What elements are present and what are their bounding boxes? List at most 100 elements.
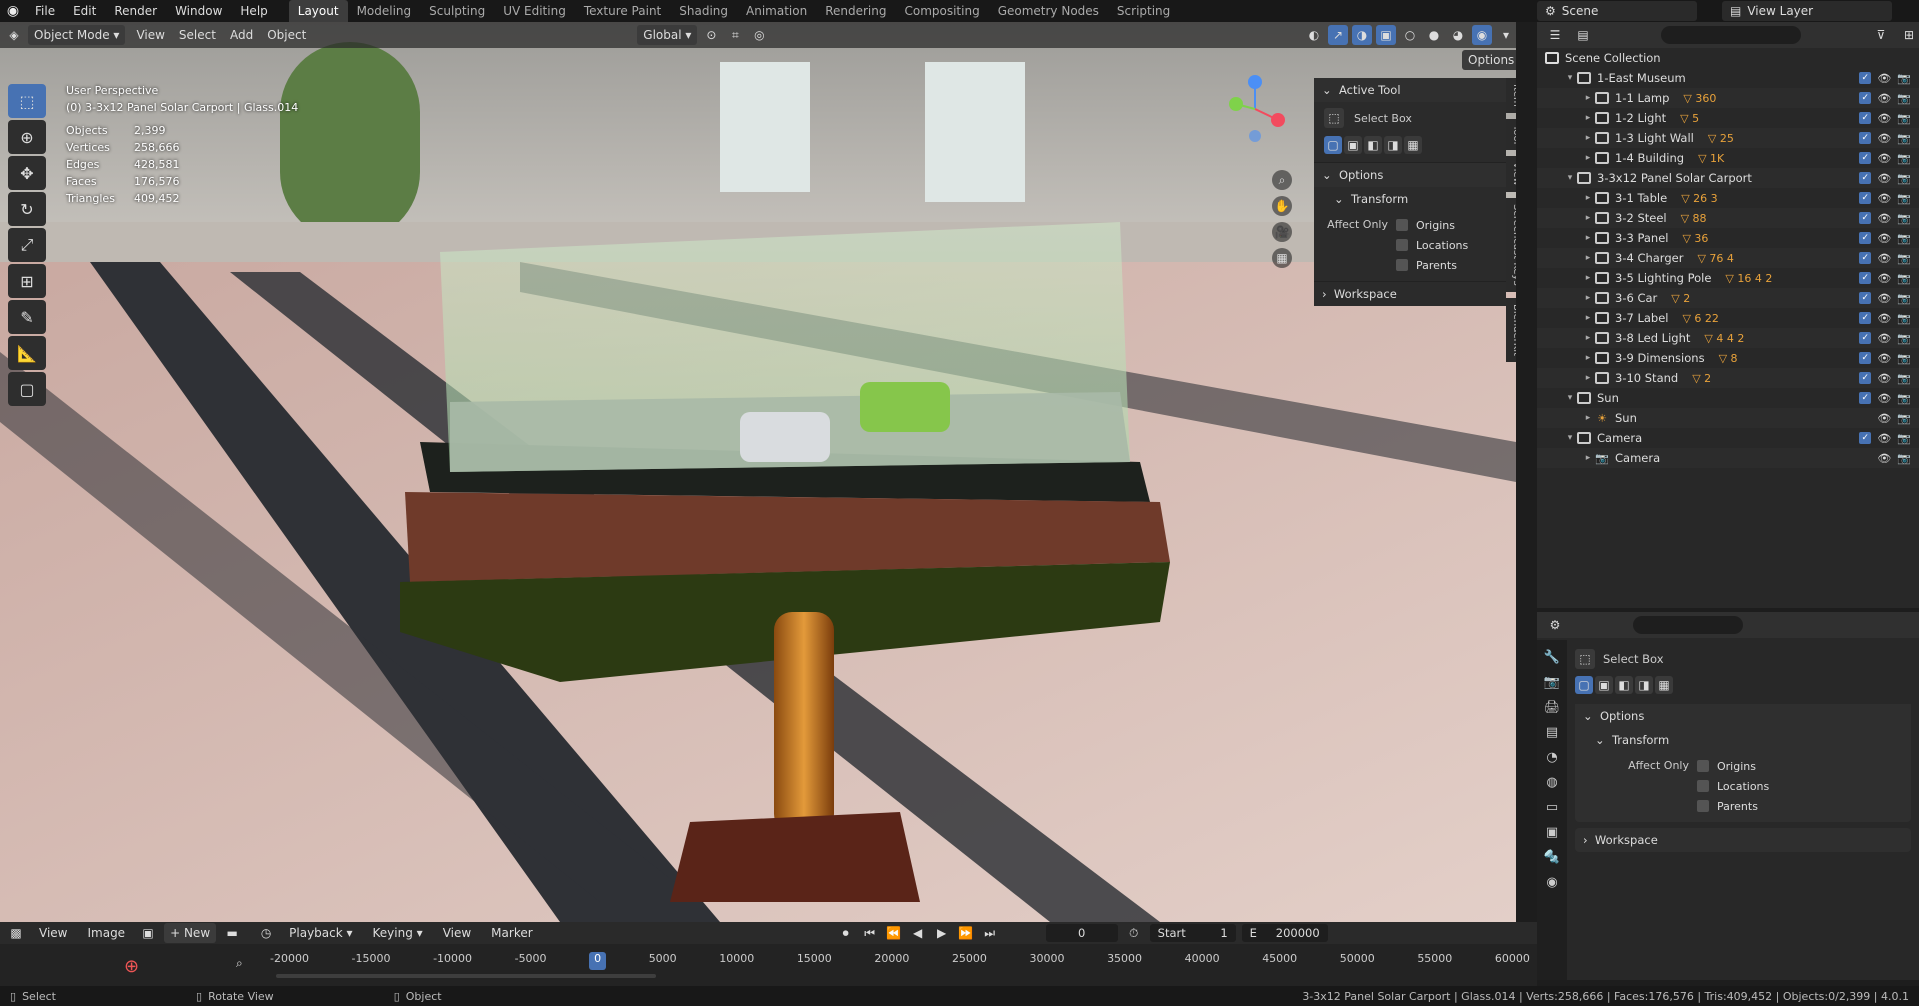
- workspace-tab-texture-paint[interactable]: Texture Paint: [575, 0, 670, 22]
- outliner-row-1-2-light[interactable]: ▸ 1-2 Light ▽ 5 ✓ 👁 📷: [1537, 108, 1919, 128]
- snap-icon[interactable]: ⌗: [725, 25, 745, 45]
- eye-icon[interactable]: 👁: [1877, 312, 1891, 325]
- expand-toggle-icon[interactable]: ▾: [1563, 393, 1577, 403]
- scene-selector[interactable]: ⚙ Scene: [1537, 1, 1697, 21]
- proportional-edit-icon[interactable]: ◎: [749, 25, 769, 45]
- eye-icon[interactable]: 👁: [1877, 452, 1891, 465]
- timeline-menu-marker[interactable]: Marker: [484, 926, 539, 940]
- outliner-row-3-5-lighting-pole[interactable]: ▸ 3-5 Lighting Pole ▽ 16 4 2 ✓ 👁 📷: [1537, 268, 1919, 288]
- exclude-checkbox[interactable]: ✓: [1859, 331, 1872, 344]
- display-mode-icon[interactable]: ▤: [1573, 25, 1593, 45]
- exclude-checkbox[interactable]: ✓: [1859, 351, 1872, 364]
- eye-icon[interactable]: 👁: [1877, 392, 1891, 405]
- props-select-box-icon[interactable]: ⬚: [1575, 649, 1595, 669]
- render-camera-icon[interactable]: 📷: [1897, 152, 1911, 165]
- outliner-row-3-3x12-panel-solar-carport[interactable]: ▾ 3-3x12 Panel Solar Carport ✓ 👁 📷: [1537, 168, 1919, 188]
- mode-intersect-icon[interactable]: ▦: [1404, 136, 1422, 154]
- workspace-tab-sculpting[interactable]: Sculpting: [420, 0, 494, 22]
- outliner-row-camera[interactable]: ▸ 📷 Camera 👁 📷: [1537, 448, 1919, 468]
- workspace-tab-uv-editing[interactable]: UV Editing: [494, 0, 575, 22]
- exclude-checkbox[interactable]: ✓: [1859, 71, 1872, 84]
- properties-search-input[interactable]: [1633, 616, 1743, 634]
- eye-icon[interactable]: 👁: [1877, 72, 1891, 85]
- outliner-row-3-1-table[interactable]: ▸ 3-1 Table ▽ 26 3 ✓ 👁 📷: [1537, 188, 1919, 208]
- render-camera-icon[interactable]: 📷: [1897, 352, 1911, 365]
- exclude-checkbox[interactable]: ✓: [1859, 391, 1872, 404]
- outliner-row-sun[interactable]: ▸ ☀ Sun 👁 📷: [1537, 408, 1919, 428]
- play-reverse-icon[interactable]: ◀: [908, 923, 928, 943]
- outliner-row-1-4-building[interactable]: ▸ 1-4 Building ▽ 1K ✓ 👁 📷: [1537, 148, 1919, 168]
- eye-icon[interactable]: 👁: [1877, 412, 1891, 425]
- viewport-menu-view[interactable]: View: [129, 28, 171, 42]
- mode-subtract-icon[interactable]: ◧: [1364, 136, 1382, 154]
- sidebar-tab-screencast-keys[interactable]: Screencast Keys: [1506, 197, 1516, 292]
- next-key-icon[interactable]: ⏩: [956, 923, 976, 943]
- checkbox-box[interactable]: [1396, 239, 1408, 251]
- render-camera-icon[interactable]: 📷: [1897, 432, 1911, 445]
- exclude-checkbox[interactable]: ✓: [1859, 151, 1872, 164]
- timeline-scrollbar[interactable]: [276, 974, 656, 978]
- material-shading-icon[interactable]: ◕: [1448, 25, 1468, 45]
- sidebar-tab-view[interactable]: View: [1506, 156, 1516, 192]
- menu-window[interactable]: Window: [166, 0, 231, 22]
- eye-icon[interactable]: 👁: [1877, 112, 1891, 125]
- outliner-search-input[interactable]: [1661, 26, 1801, 44]
- expand-toggle-icon[interactable]: ▾: [1563, 433, 1577, 443]
- scene-tab-icon[interactable]: ◔: [1546, 750, 1557, 765]
- viewport-menu-select[interactable]: Select: [172, 28, 223, 42]
- menu-file[interactable]: File: [26, 0, 64, 22]
- props-mode-extend-icon[interactable]: ▣: [1595, 676, 1613, 694]
- eye-icon[interactable]: 👁: [1877, 232, 1891, 245]
- tool-tab-icon[interactable]: 🔧: [1544, 650, 1560, 665]
- expand-toggle-icon[interactable]: ▸: [1581, 153, 1595, 163]
- expand-toggle-icon[interactable]: ▸: [1581, 93, 1595, 103]
- expand-toggle-icon[interactable]: ▸: [1581, 453, 1595, 463]
- pan-hand-icon[interactable]: ✋: [1272, 196, 1292, 216]
- checkbox-origins[interactable]: Origins: [1697, 756, 1769, 776]
- render-camera-icon[interactable]: 📷: [1897, 392, 1911, 405]
- navigation-gizmo[interactable]: [1220, 74, 1290, 144]
- move-tool-icon[interactable]: ✥: [8, 156, 46, 190]
- render-camera-icon[interactable]: 📷: [1897, 192, 1911, 205]
- filter-icon[interactable]: ⊽: [1871, 25, 1891, 45]
- physics-tab-icon[interactable]: ◉: [1546, 875, 1557, 890]
- exclude-checkbox[interactable]: ✓: [1859, 231, 1872, 244]
- visibility-icon[interactable]: ◐: [1304, 25, 1324, 45]
- world-tab-icon[interactable]: ◍: [1546, 775, 1557, 790]
- expand-toggle-icon[interactable]: ▸: [1581, 193, 1595, 203]
- expand-toggle-icon[interactable]: ▾: [1563, 173, 1577, 183]
- outliner-row-3-7-label[interactable]: ▸ 3-7 Label ▽ 6 22 ✓ 👁 📷: [1537, 308, 1919, 328]
- sidebar-tab-tool[interactable]: Tool: [1506, 118, 1516, 151]
- cursor-tool-icon[interactable]: ⊕: [8, 120, 46, 154]
- props-mode-invert-icon[interactable]: ◨: [1635, 676, 1653, 694]
- render-camera-icon[interactable]: 📷: [1897, 212, 1911, 225]
- outliner-editor-icon[interactable]: ☰: [1545, 25, 1565, 45]
- expand-toggle-icon[interactable]: ▸: [1581, 273, 1595, 283]
- open-image-icon[interactable]: ▬: [222, 923, 242, 943]
- end-frame-field[interactable]: E 200000: [1241, 924, 1328, 942]
- render-camera-icon[interactable]: 📷: [1897, 172, 1911, 185]
- rendered-shading-icon[interactable]: ◉: [1472, 25, 1492, 45]
- eye-icon[interactable]: 👁: [1877, 352, 1891, 365]
- wireframe-shading-icon[interactable]: ○: [1400, 25, 1420, 45]
- outliner-row-3-2-steel[interactable]: ▸ 3-2 Steel ▽ 88 ✓ 👁 📷: [1537, 208, 1919, 228]
- exclude-checkbox[interactable]: ✓: [1859, 371, 1872, 384]
- select-box-icon[interactable]: ⬚: [1324, 108, 1344, 128]
- workspace-tab-animation[interactable]: Animation: [737, 0, 816, 22]
- pivot-icon[interactable]: ⊙: [701, 25, 721, 45]
- current-frame-field[interactable]: 0: [1045, 924, 1118, 942]
- render-camera-icon[interactable]: 📷: [1897, 92, 1911, 105]
- expand-toggle-icon[interactable]: ▸: [1581, 133, 1595, 143]
- checkbox-box[interactable]: [1697, 760, 1709, 772]
- sidebar-tab-item[interactable]: Item: [1506, 78, 1516, 113]
- workspace-tab-rendering[interactable]: Rendering: [816, 0, 895, 22]
- timeline-menu-view[interactable]: View: [436, 926, 478, 940]
- start-frame-field[interactable]: Start 1: [1149, 924, 1236, 942]
- transform-section-header[interactable]: ⌄ Transform: [1314, 187, 1506, 211]
- render-camera-icon[interactable]: 📷: [1897, 272, 1911, 285]
- scene-collection-row[interactable]: Scene Collection: [1537, 48, 1919, 68]
- render-camera-icon[interactable]: 📷: [1897, 332, 1911, 345]
- outliner-row-sun[interactable]: ▾ Sun ✓ 👁 📷: [1537, 388, 1919, 408]
- checkbox-parents[interactable]: Parents: [1697, 796, 1769, 816]
- image-editor-type-icon[interactable]: ▩: [6, 923, 26, 943]
